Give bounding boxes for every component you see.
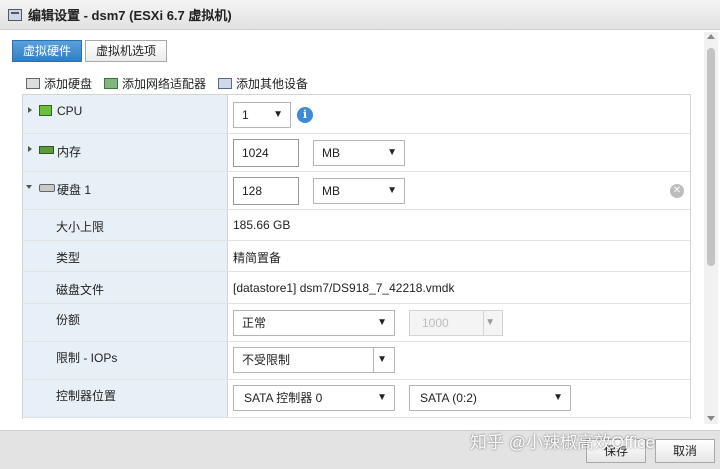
shares-label: 份额 (56, 313, 81, 327)
other-device-icon (218, 77, 233, 89)
memory-icon (39, 146, 54, 154)
scroll-down-icon[interactable] (707, 416, 715, 421)
hard-disk-icon (26, 77, 40, 89)
limit-iops-value-cell: 不受限制 (228, 342, 690, 379)
cpu-count-select[interactable]: 1 (233, 102, 291, 128)
disk-file-label: 磁盘文件 (56, 283, 105, 297)
memory-label: 内存 (57, 145, 82, 159)
cancel-button[interactable]: 取消 (655, 439, 715, 463)
cpu-label-cell: CPU (23, 95, 228, 133)
hard-disk-value-cell: 128 MB ✕ (228, 172, 690, 209)
max-size-row: 大小上限 185.66 GB (23, 210, 690, 241)
scroll-thumb[interactable] (707, 48, 715, 266)
max-size-value: 185.66 GB (233, 218, 291, 232)
add-other-label: 添加其他设备 (236, 76, 309, 91)
controller-location-label-cell: 控制器位置 (23, 380, 228, 417)
collapse-arrow-icon[interactable] (26, 185, 32, 189)
info-icon[interactable]: i (297, 107, 313, 123)
watermark-text: 知乎 @小辣椒高效Office (470, 433, 656, 452)
expand-arrow-icon[interactable] (28, 107, 32, 113)
controller-location-row: 控制器位置 SATA 控制器 0 SATA (0:2) (23, 380, 690, 418)
memory-unit-select[interactable]: MB (313, 140, 405, 166)
controller-slot-select[interactable]: SATA (0:2) (409, 385, 571, 411)
scroll-up-icon[interactable] (707, 34, 715, 39)
hard-disk-label-cell: 硬盘 1 (23, 172, 228, 209)
window-title: 编辑设置 - dsm7 (ESXi 6.7 虚拟机) (28, 8, 232, 23)
shares-value-cell: 正常 1000 (228, 304, 690, 341)
add-disk-button[interactable]: 添加硬盘 (26, 75, 92, 92)
memory-row: 内存 1024 MB (23, 134, 690, 172)
max-size-label-cell: 大小上限 (23, 210, 228, 240)
limit-iops-label-cell: 限制 - IOPs (23, 342, 228, 379)
disk-unit-select[interactable]: MB (313, 178, 405, 204)
controller-location-value-cell: SATA 控制器 0 SATA (0:2) (228, 380, 690, 417)
shares-amount-select: 1000 (409, 310, 503, 336)
settings-panel: 虚拟硬件 虚拟机选项 添加硬盘 添加网络适配器 添加其他设备 CPU 1 i (0, 30, 720, 430)
limit-iops-row: 限制 - IOPs 不受限制 (23, 342, 690, 380)
hardware-grid: CPU 1 i 内存 1024 MB 硬盘 1 (22, 94, 691, 419)
max-size-value-cell: 185.66 GB (228, 210, 690, 240)
tab-bar: 虚拟硬件 虚拟机选项 (12, 40, 170, 62)
shares-select[interactable]: 正常 (233, 310, 395, 336)
disk-file-label-cell: 磁盘文件 (23, 272, 228, 303)
add-disk-label: 添加硬盘 (44, 76, 93, 91)
cpu-icon (39, 105, 52, 116)
toolbar: 添加硬盘 添加网络适配器 添加其他设备 (26, 74, 320, 92)
add-network-adapter-button[interactable]: 添加网络适配器 (104, 75, 206, 92)
type-row: 类型 精简置备 (23, 241, 690, 272)
limit-iops-combo[interactable]: 不受限制 (233, 347, 395, 373)
cpu-row: CPU 1 i (23, 95, 690, 134)
tab-vm-options[interactable]: 虚拟机选项 (85, 40, 168, 62)
hard-disk-row: 硬盘 1 128 MB ✕ (23, 172, 690, 210)
disk-size-input[interactable]: 128 (233, 177, 299, 205)
type-label: 类型 (56, 251, 81, 265)
controller-select[interactable]: SATA 控制器 0 (233, 385, 395, 411)
tab-virtual-hardware[interactable]: 虚拟硬件 (12, 40, 83, 62)
remove-disk-icon[interactable]: ✕ (670, 184, 684, 198)
hard-disk-label: 硬盘 1 (57, 183, 92, 197)
disk-file-value: [datastore1] dsm7/DS918_7_42218.vmdk (233, 281, 455, 295)
type-value: 精简置备 (233, 251, 282, 265)
cpu-label: CPU (57, 104, 83, 118)
hard-disk-icon (39, 184, 55, 192)
add-network-label: 添加网络适配器 (122, 76, 207, 91)
disk-file-value-cell: [datastore1] dsm7/DS918_7_42218.vmdk (228, 272, 690, 303)
memory-label-cell: 内存 (23, 134, 228, 171)
disk-file-row: 磁盘文件 [datastore1] dsm7/DS918_7_42218.vmd… (23, 272, 690, 304)
type-value-cell: 精简置备 (228, 241, 690, 271)
shares-label-cell: 份额 (23, 304, 228, 341)
cpu-value-cell: 1 i (228, 95, 690, 133)
max-size-label: 大小上限 (56, 220, 105, 234)
add-other-device-button[interactable]: 添加其他设备 (218, 75, 308, 92)
vm-settings-icon (8, 8, 22, 21)
vertical-scrollbar[interactable] (704, 32, 718, 424)
expand-arrow-icon[interactable] (28, 146, 32, 152)
type-label-cell: 类型 (23, 241, 228, 271)
controller-location-label: 控制器位置 (56, 389, 117, 403)
memory-size-input[interactable]: 1024 (233, 139, 299, 167)
memory-value-cell: 1024 MB (228, 134, 690, 171)
limit-iops-label: 限制 - IOPs (56, 351, 118, 365)
network-adapter-icon (104, 77, 119, 89)
shares-row: 份额 正常 1000 (23, 304, 690, 342)
window-titlebar: 编辑设置 - dsm7 (ESXi 6.7 虚拟机) (0, 0, 720, 30)
